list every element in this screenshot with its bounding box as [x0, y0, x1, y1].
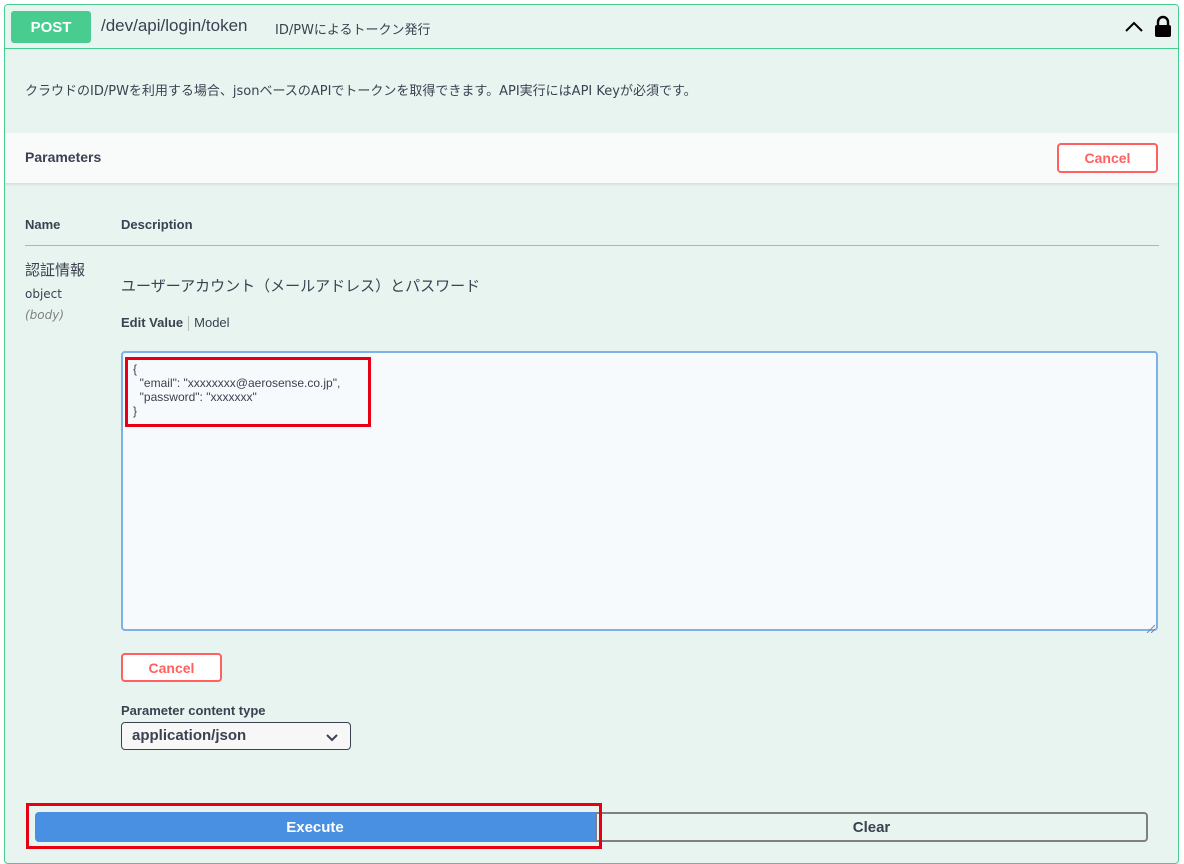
endpoint-path: /dev/api/login/token	[101, 16, 248, 35]
tab-edit-value[interactable]: Edit Value	[121, 315, 183, 330]
column-header-name: Name	[25, 217, 61, 232]
endpoint-summary: ID/PWによるトークン発行	[275, 23, 431, 38]
tab-separator	[188, 316, 190, 332]
content-type-label: Parameter content type	[121, 703, 266, 718]
parameter-description: ユーザーアカウント（メールアドレス）とパスワード	[121, 277, 481, 295]
column-header-description: Description	[121, 217, 193, 232]
parameter-type: object	[25, 287, 62, 301]
parameter-location: (body)	[25, 308, 65, 322]
lock-icon[interactable]	[1153, 15, 1173, 39]
operation-description: クラウドのID/PWを利用する場合、jsonベースのAPIでトークンを取得できま…	[25, 84, 697, 99]
operation-block: POST /dev/api/login/token ID/PWによるトークン発行…	[4, 4, 1179, 864]
table-divider	[25, 245, 1159, 246]
body-cancel-button[interactable]: Cancel	[121, 653, 222, 682]
request-body-textarea[interactable]: { "email": "xxxxxxxx@aerosense.co.jp", "…	[121, 351, 1158, 631]
method-badge: POST	[11, 11, 91, 43]
chevron-up-icon[interactable]	[1123, 17, 1145, 37]
chevron-down-icon	[326, 730, 338, 742]
content-type-value: application/json	[132, 727, 247, 744]
resize-grip-icon[interactable]	[1145, 618, 1156, 634]
operation-summary[interactable]: POST /dev/api/login/token ID/PWによるトークン発行	[5, 5, 1178, 49]
body-tabs: Edit Value Model	[121, 315, 230, 332]
parameter-name: 認証情報	[25, 261, 86, 279]
parameters-header: Parameters Cancel	[5, 133, 1178, 184]
clear-button[interactable]: Clear	[595, 812, 1148, 842]
content-type-select[interactable]: application/json	[121, 722, 351, 750]
parameters-title: Parameters	[25, 149, 102, 165]
tab-model[interactable]: Model	[194, 315, 229, 330]
try-out-cancel-button[interactable]: Cancel	[1057, 143, 1158, 173]
execute-button[interactable]: Execute	[35, 812, 595, 842]
